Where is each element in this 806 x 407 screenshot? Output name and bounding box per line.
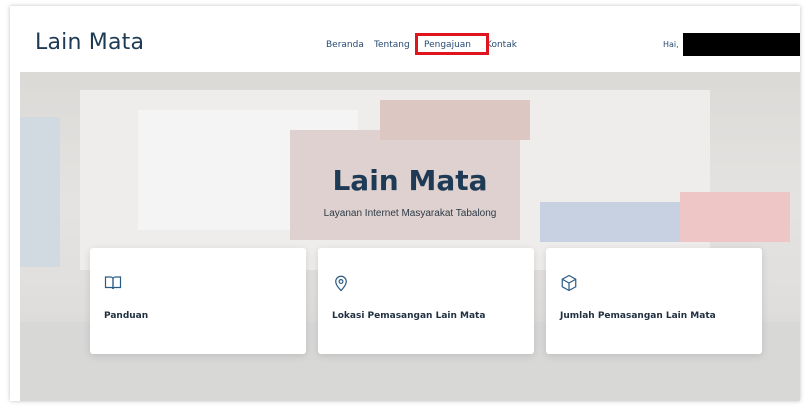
nav-highlight-box xyxy=(415,33,489,55)
book-icon xyxy=(104,276,122,290)
card-jumlah-pemasangan[interactable]: Jumlah Pemasangan Lain Mata xyxy=(546,248,762,354)
card-lokasi-pemasangan[interactable]: Lokasi Pemasangan Lain Mata xyxy=(318,248,534,354)
card-label: Jumlah Pemasangan Lain Mata xyxy=(560,311,716,321)
browser-page: Lain Mata Beranda Tentang Pengajuan Kont… xyxy=(10,6,800,401)
brand-logo[interactable]: Lain Mata xyxy=(35,30,144,55)
nav-item-beranda[interactable]: Beranda xyxy=(326,40,364,50)
user-greeting[interactable]: Hai, xyxy=(663,40,679,49)
redacted-username xyxy=(683,33,800,56)
card-label: Panduan xyxy=(104,311,149,321)
hero-subtitle: Layanan Internet Masyarakat Tabalong xyxy=(323,208,497,219)
nav-item-tentang[interactable]: Tentang xyxy=(374,40,410,50)
hero-title: Lain Mata xyxy=(332,164,488,197)
box-icon xyxy=(561,274,577,292)
nav-item-kontak[interactable]: Kontak xyxy=(486,40,517,50)
top-navbar: Lain Mata Beranda Tentang Pengajuan Kont… xyxy=(10,6,800,72)
card-label: Lokasi Pemasangan Lain Mata xyxy=(332,311,486,321)
location-pin-icon xyxy=(335,275,347,292)
hero-banner: Lain Mata Layanan Internet Masyarakat Ta… xyxy=(20,72,800,401)
card-panduan[interactable]: Panduan xyxy=(90,248,306,354)
